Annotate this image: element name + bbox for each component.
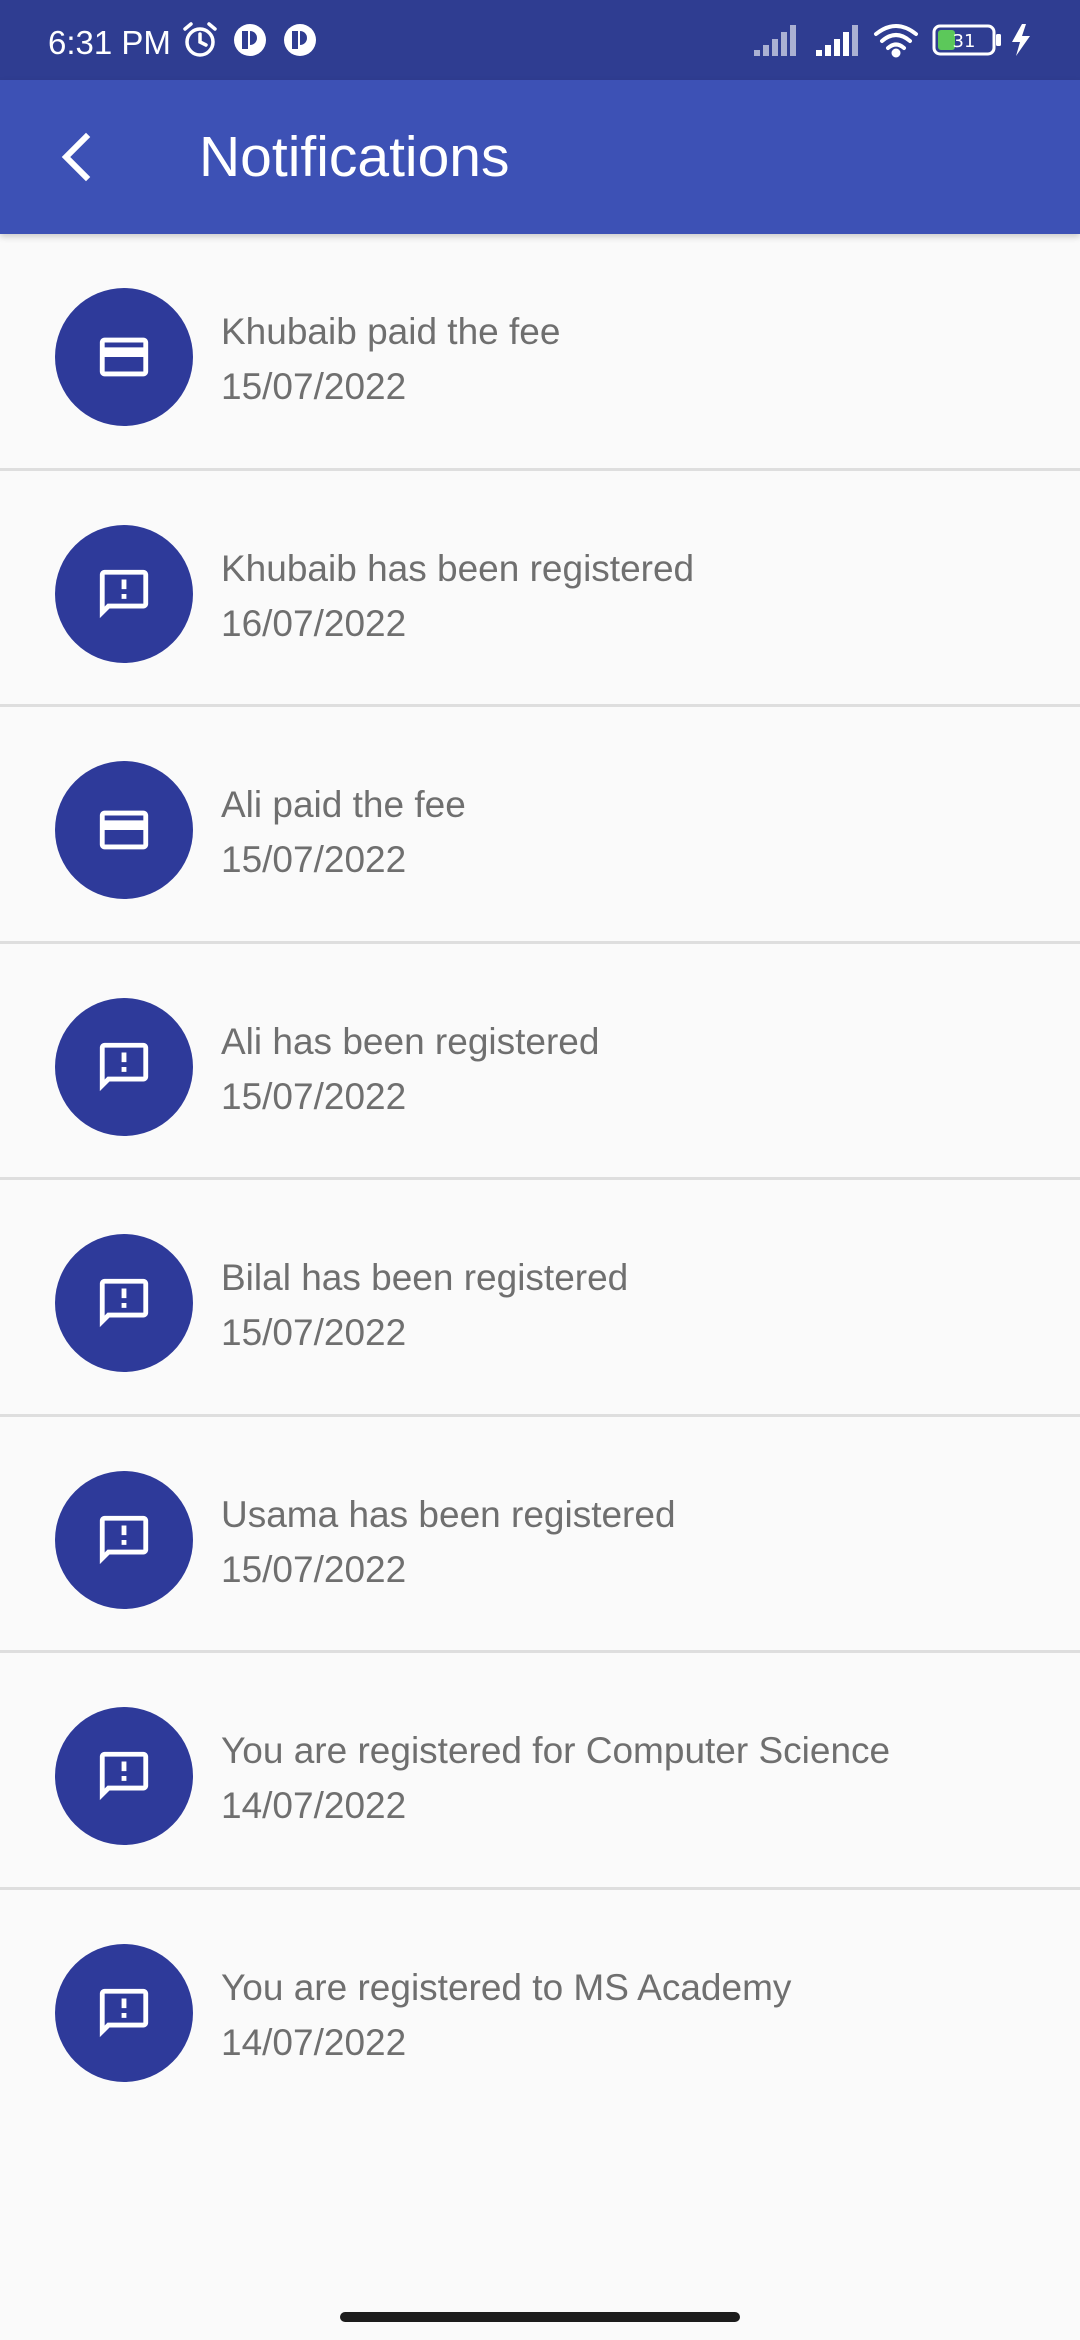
notification-text: Khubaib has been registered 16/07/2022 xyxy=(221,541,694,651)
notification-avatar xyxy=(55,761,193,899)
wifi-icon xyxy=(874,24,918,58)
battery-level: 31 xyxy=(953,31,976,52)
notification-avatar xyxy=(55,524,193,663)
notification-date: 15/07/2022 xyxy=(221,1075,407,1117)
home-indicator[interactable] xyxy=(340,2312,740,2322)
notification-date: 15/07/2022 xyxy=(221,1312,407,1353)
notification-text: You are registered to MS Academy 14/07/2… xyxy=(221,1960,791,2070)
status-left-icons xyxy=(183,22,316,57)
notification-title: Khubaib paid the fee xyxy=(221,311,561,352)
status-time: 6:31 PM xyxy=(48,24,171,61)
notification-title: You are registered for Computer Science xyxy=(221,1730,891,1771)
notification-item[interactable]: Khubaib paid the fee 15/07/2022 xyxy=(0,234,1080,471)
notification-date: 15/07/2022 xyxy=(221,1548,407,1590)
notification-title: Usama has been registered xyxy=(221,1493,676,1535)
feedback-alert-icon xyxy=(99,1278,149,1328)
notification-avatar xyxy=(55,1707,193,1845)
notification-avatar xyxy=(55,1943,193,2082)
notification-avatar xyxy=(55,1234,193,1372)
notification-date: 16/07/2022 xyxy=(221,602,407,644)
notification-text: Bilal has been registered 15/07/2022 xyxy=(221,1250,628,1360)
notification-item[interactable]: Ali paid the fee 15/07/2022 xyxy=(0,707,1080,944)
back-button[interactable] xyxy=(36,117,116,197)
notification-list: Khubaib paid the fee 15/07/2022 Khubaib … xyxy=(0,234,1080,2126)
battery-icon: 31 xyxy=(932,24,1001,56)
feedback-alert-icon xyxy=(99,1042,149,1091)
notification-item[interactable]: Bilal has been registered 15/07/2022 xyxy=(0,1180,1080,1417)
notification-date: 15/07/2022 xyxy=(221,839,407,880)
notification-text: Usama has been registered 15/07/2022 xyxy=(221,1487,676,1597)
notification-text: Ali paid the fee 15/07/2022 xyxy=(221,777,466,887)
arrow-back-icon xyxy=(61,132,91,182)
notification-title: Ali has been registered xyxy=(221,1020,600,1062)
status-right-icons: 31 xyxy=(754,24,1030,58)
notification-date: 15/07/2022 xyxy=(221,366,407,407)
notification-date: 14/07/2022 xyxy=(221,2021,407,2063)
notification-item[interactable]: You are registered to MS Academy 14/07/2… xyxy=(0,1890,1080,2127)
credit-card-icon xyxy=(99,337,149,377)
feedback-alert-icon xyxy=(99,1988,149,2037)
charging-icon xyxy=(1012,24,1030,56)
notification-item[interactable]: Usama has been registered 15/07/2022 xyxy=(0,1417,1080,1653)
notification-date: 14/07/2022 xyxy=(221,1785,407,1826)
signal-icon xyxy=(816,25,858,56)
feedback-alert-icon xyxy=(99,1515,149,1564)
notification-item[interactable]: You are registered for Computer Science … xyxy=(0,1653,1080,1890)
status-bar: 6:31 PM 31 xyxy=(0,0,1080,80)
notification-title: You are registered to MS Academy xyxy=(221,1966,792,2008)
page-title: Notifications xyxy=(199,125,510,189)
notification-item[interactable]: Ali has been registered 15/07/2022 xyxy=(0,944,1080,1180)
app-notification-icon xyxy=(234,24,266,56)
app-notification-icon xyxy=(284,24,316,56)
notification-text: Khubaib paid the fee 15/07/2022 xyxy=(221,304,560,414)
notification-text: Ali has been registered 15/07/2022 xyxy=(221,1014,599,1124)
notification-text: You are registered for Computer Science … xyxy=(221,1723,890,1833)
app-bar: Notifications xyxy=(0,80,1080,234)
notification-title: Bilal has been registered xyxy=(221,1257,629,1298)
notification-avatar xyxy=(55,1470,193,1609)
notification-title: Ali paid the fee xyxy=(221,784,466,825)
alarm-icon xyxy=(183,22,217,57)
signal-icon xyxy=(754,25,796,56)
credit-card-icon xyxy=(99,810,149,850)
feedback-alert-icon xyxy=(99,569,149,618)
notification-item[interactable]: Khubaib has been registered 16/07/2022 xyxy=(0,471,1080,707)
feedback-alert-icon xyxy=(99,1751,149,1801)
notification-title: Khubaib has been registered xyxy=(221,547,695,589)
notification-avatar xyxy=(55,997,193,1136)
notification-avatar xyxy=(55,288,193,426)
